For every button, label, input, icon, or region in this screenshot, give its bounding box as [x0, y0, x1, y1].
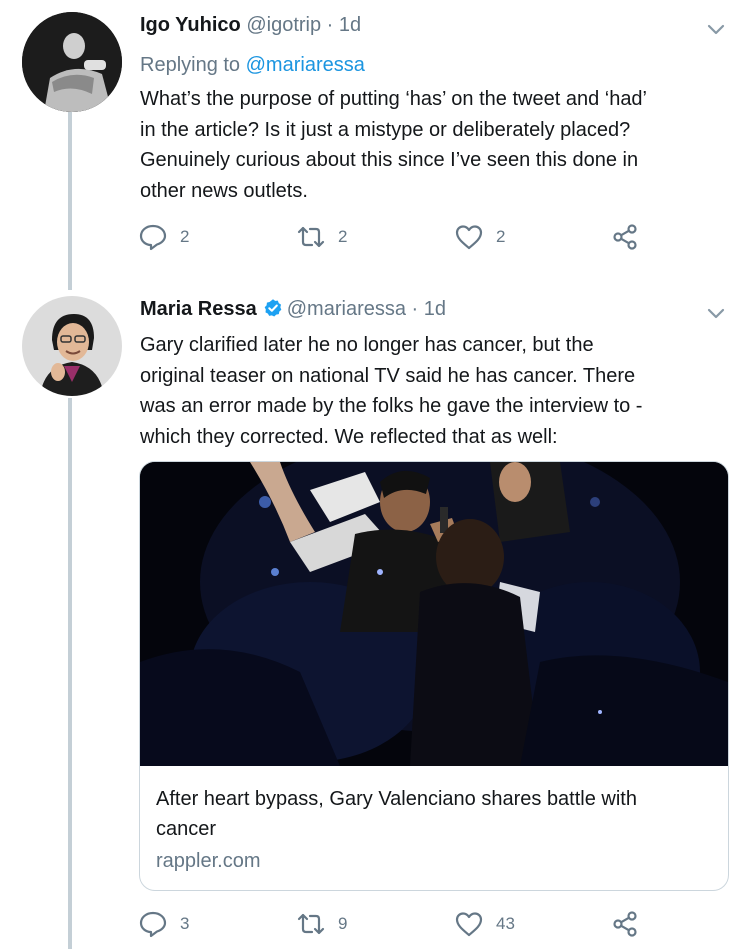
replying-mention-link[interactable]: @mariaressa: [246, 54, 365, 76]
link-preview-title-line: After heart bypass, Gary Valenciano shar…: [156, 788, 637, 810]
speech-bubble-icon: [139, 911, 167, 938]
tweet-text-line: was an error made by the folks he gave t…: [140, 395, 643, 417]
display-name[interactable]: Maria Ressa: [140, 298, 257, 320]
tweet-header: Igo Yuhico @igotrip · 1d: [140, 12, 361, 38]
link-preview-image[interactable]: [140, 462, 728, 766]
tweet-text-line: Genuinely curious about this since I’ve …: [140, 149, 639, 171]
separator-dot: ·: [411, 298, 419, 320]
link-preview-domain[interactable]: rappler.com: [156, 848, 261, 874]
avatar-igo-yuhico[interactable]: [22, 12, 122, 112]
reply-count: 2: [180, 227, 190, 246]
retweet-count: 9: [338, 914, 348, 933]
tweet-actions: 2 2 2: [138, 222, 658, 252]
user-handle[interactable]: @igotrip: [246, 14, 321, 36]
share-nodes-icon: [613, 911, 637, 937]
tweet-text-line: original teaser on national TV said he h…: [140, 364, 636, 387]
chevron-down-icon[interactable]: [705, 302, 727, 324]
replying-prefix: Replying to: [140, 54, 241, 76]
link-preview-title-line: cancer: [156, 818, 217, 840]
tweet-text-line: What’s the purpose of putting ‘has’ on t…: [140, 88, 648, 110]
chevron-down-icon[interactable]: [705, 18, 727, 40]
link-preview-card[interactable]: After heart bypass, Gary Valenciano shar…: [139, 461, 729, 891]
like-button[interactable]: 43: [454, 909, 515, 939]
heart-icon: [455, 225, 483, 250]
avatar-maria-ressa[interactable]: [22, 296, 122, 396]
like-button[interactable]: 2: [454, 222, 505, 252]
like-count: 43: [496, 914, 515, 933]
retweet-button[interactable]: 2: [296, 222, 347, 252]
tweet-text-line: other news outlets.: [140, 179, 308, 202]
tweet-text: What’s the purpose of putting ‘has’ on t…: [140, 84, 730, 206]
tweet-actions: 3 9 43: [138, 909, 658, 939]
tweet-text-line: in the article? Is it just a mistype or …: [140, 118, 631, 141]
person-photo-avatar: [22, 12, 122, 112]
tweet-text-line: which they corrected. We reflected that …: [140, 425, 558, 448]
thread-connector-line: [68, 398, 72, 949]
retweet-arrows-icon: [297, 226, 325, 248]
verified-badge-icon: [264, 299, 282, 317]
separator-dot: ·: [326, 14, 334, 36]
retweet-count: 2: [338, 227, 348, 246]
like-count: 2: [496, 227, 506, 246]
display-name[interactable]: Igo Yuhico: [140, 14, 241, 36]
speech-bubble-icon: [139, 224, 167, 251]
reply-button[interactable]: 3: [138, 909, 189, 939]
reply-button[interactable]: 2: [138, 222, 189, 252]
tweet-text: Gary clarified later he no longer has ca…: [140, 330, 730, 452]
replying-to: Replying to @mariaressa: [140, 52, 365, 78]
concert-photo: [140, 462, 728, 766]
timestamp[interactable]: 1d: [339, 14, 361, 36]
person-photo-avatar: [22, 296, 122, 396]
retweet-arrows-icon: [297, 913, 325, 935]
thread-connector-line: [68, 112, 72, 290]
retweet-button[interactable]: 9: [296, 909, 347, 939]
timestamp[interactable]: 1d: [424, 298, 446, 320]
share-nodes-icon: [613, 224, 637, 250]
share-button[interactable]: [610, 909, 640, 939]
link-preview-title[interactable]: After heart bypass, Gary Valenciano shar…: [156, 784, 716, 844]
heart-icon: [455, 912, 483, 937]
user-handle[interactable]: @mariaressa: [287, 298, 406, 320]
reply-count: 3: [180, 914, 190, 933]
tweet-header: Maria Ressa @mariaressa · 1d: [140, 296, 446, 322]
tweet-text-line: Gary clarified later he no longer has ca…: [140, 334, 594, 356]
share-button[interactable]: [610, 222, 640, 252]
